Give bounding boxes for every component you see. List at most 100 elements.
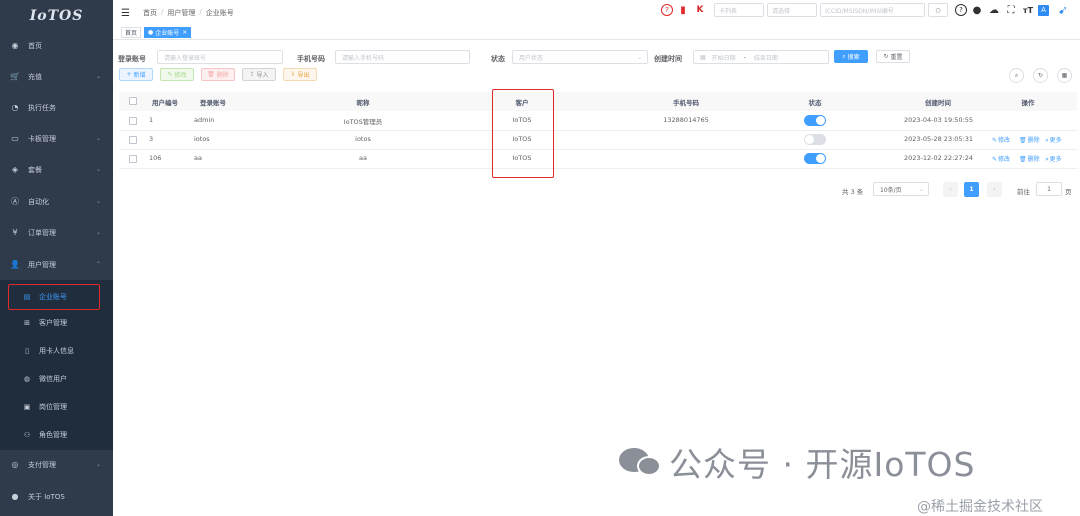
row-checkbox[interactable]	[129, 136, 137, 144]
sidebar-bottom-item-1[interactable]: ● 关于 IoTOS	[0, 481, 113, 512]
sidebar-item-7[interactable]: 👤 用户管理 ⌃	[0, 249, 113, 280]
sidebar-item-4[interactable]: ◈ 套餐 ⌄	[0, 154, 113, 185]
sidebar-item-2[interactable]: ◔ 执行任务	[0, 92, 113, 123]
breadcrumb-item[interactable]: 用户管理	[167, 8, 195, 18]
chevron-down-icon: ⌄	[95, 461, 101, 468]
import-button[interactable]: ⇪ 导入	[242, 68, 276, 81]
hamburger-icon[interactable]: ☰	[121, 8, 131, 19]
font-size-icon[interactable]: тT	[1021, 3, 1035, 17]
goto-label: 前往	[1017, 188, 1030, 196]
next-page-button[interactable]: ›	[987, 182, 1002, 197]
row-op-0[interactable]: ✎修改	[992, 135, 1010, 144]
menu-label: 自动化	[28, 197, 49, 206]
row-checkbox[interactable]	[129, 117, 137, 125]
cell-nickname: iotos	[355, 135, 371, 143]
row-op-1[interactable]: 🗑删除	[1019, 154, 1040, 163]
total-count: 共 3 条	[842, 188, 864, 196]
row-op-0[interactable]: ✎修改	[992, 154, 1010, 163]
chevron-down-icon: ⌄	[95, 229, 101, 236]
edit-button[interactable]: ✎ 修改	[160, 68, 194, 81]
help-icon[interactable]: ?	[661, 4, 673, 16]
tag-home[interactable]: 首页	[121, 27, 142, 38]
search-icon[interactable]: ○	[928, 3, 948, 17]
cell-user-id: 1	[149, 116, 154, 124]
cloud-download-icon[interactable]: ☁	[987, 3, 1001, 17]
sidebar-item-0[interactable]: ◉ 首页	[0, 30, 113, 61]
cell-created: 2023-04-03 19:50:55	[903, 116, 974, 124]
end-date[interactable]: 结束日期	[754, 53, 778, 62]
table-row-divider	[119, 168, 1077, 169]
status-switch[interactable]	[804, 115, 826, 126]
sidebar-subitem-1[interactable]: ⊞ 客户管理	[0, 309, 113, 337]
refresh-icon[interactable]: ↻	[1033, 68, 1048, 83]
row-checkbox[interactable]	[129, 155, 137, 163]
chevron-down-icon: ⌄	[95, 135, 101, 142]
card-type-select[interactable]: 卡列表	[714, 3, 764, 17]
menu-label: 角色管理	[39, 431, 67, 439]
fullscreen-icon[interactable]: ⛶	[1004, 3, 1018, 17]
status-select[interactable]: 用户状态 ⌄	[512, 50, 648, 64]
calendar-icon: ▦	[700, 53, 706, 61]
task-icon: ◔	[11, 103, 19, 112]
menu-label: 套餐	[28, 165, 42, 174]
more-icon: »	[1045, 137, 1049, 144]
status-switch[interactable]	[804, 153, 826, 164]
menu-label: 充值	[28, 72, 42, 81]
delete-icon: 🗑	[1019, 156, 1027, 163]
chevron-down-icon: ⌄	[95, 166, 101, 173]
question-icon[interactable]: ?	[955, 4, 967, 16]
sidebar-subitem-2[interactable]: ▯ 用卡人信息	[0, 337, 113, 365]
pdf-icon[interactable]: ▮	[676, 3, 690, 17]
user-icon: 👤	[10, 260, 20, 269]
phone-label: 手机号码	[297, 55, 325, 63]
avatar[interactable]: ➹	[1052, 3, 1074, 17]
select-all-checkbox[interactable]	[129, 97, 137, 105]
sidebar-subitem-3[interactable]: ◍ 微信用户	[0, 365, 113, 393]
cart-icon: 🛒	[10, 72, 20, 81]
start-date[interactable]: 开始日期	[712, 53, 736, 62]
columns-icon[interactable]: ▦	[1057, 68, 1072, 83]
toggle-search-icon[interactable]: ⌕	[1009, 68, 1024, 83]
row-op-1[interactable]: 🗑删除	[1019, 135, 1040, 144]
sidebar-item-5[interactable]: Ⓐ 自动化 ⌄	[0, 186, 113, 217]
chevron-down-icon: ⌃	[95, 261, 101, 268]
sidebar-item-6[interactable]: ¥ 订单管理 ⌄	[0, 217, 113, 248]
sidebar-item-3[interactable]: ▭ 卡板管理 ⌄	[0, 123, 113, 154]
page-size-select[interactable]: 10条/页 ⌄	[873, 182, 929, 196]
goto-page-input[interactable]: 1	[1036, 182, 1062, 196]
reset-button[interactable]: ↻ 重置	[876, 50, 910, 63]
sidebar-bottom-item-0[interactable]: ◎ 支付管理 ⌄	[0, 449, 113, 480]
prev-page-button[interactable]: ‹	[943, 182, 958, 197]
k-icon[interactable]: K	[693, 3, 707, 17]
sidebar-item-1[interactable]: 🛒 充值 ⌄	[0, 61, 113, 92]
row-op-2[interactable]: »更多	[1045, 154, 1062, 163]
breadcrumb-item[interactable]: 首页	[143, 8, 157, 18]
export-button[interactable]: ⇩ 导出	[283, 68, 317, 81]
iccid-search-input[interactable]: ICCID/MSISDN/IMSI编号	[820, 3, 925, 17]
row-op-2[interactable]: »更多	[1045, 135, 1062, 144]
close-icon[interactable]: ×	[182, 29, 187, 36]
page-1-button[interactable]: 1	[964, 182, 979, 197]
phone-input[interactable]: 请输入手机号码	[335, 50, 470, 64]
automation-icon: Ⓐ	[11, 197, 19, 206]
delete-button[interactable]: 🗑 删除	[201, 68, 235, 81]
logo[interactable]: IoTOS	[0, 0, 113, 32]
menu-label: 订单管理	[28, 228, 56, 237]
translate-icon[interactable]: A	[1038, 4, 1049, 16]
search-button[interactable]: ⌕ 搜索	[834, 50, 868, 63]
add-button[interactable]: + 新增	[119, 68, 153, 81]
chevron-down-icon: ⌄	[95, 198, 101, 205]
menu-label: 用户管理	[28, 260, 56, 269]
status-switch[interactable]	[804, 134, 826, 145]
col-login: 登录账号	[200, 99, 226, 107]
github-icon[interactable]: ●	[970, 3, 984, 17]
tag-enterprise-account[interactable]: ● 企业账号 ×	[144, 27, 192, 38]
sidebar-subitem-4[interactable]: ▣ 岗位管理	[0, 393, 113, 421]
login-input[interactable]: 请输入登录账号	[157, 50, 283, 64]
yen-icon: ¥	[12, 228, 18, 237]
cell-user-id: 106	[149, 154, 162, 162]
chevron-down-icon: ⌄	[95, 73, 101, 80]
query-type-select[interactable]: 请选择	[767, 3, 817, 17]
sidebar-subitem-5[interactable]: ⚇ 角色管理	[0, 421, 113, 449]
date-range-picker[interactable]: ▦ 开始日期 - 结束日期	[693, 50, 829, 64]
